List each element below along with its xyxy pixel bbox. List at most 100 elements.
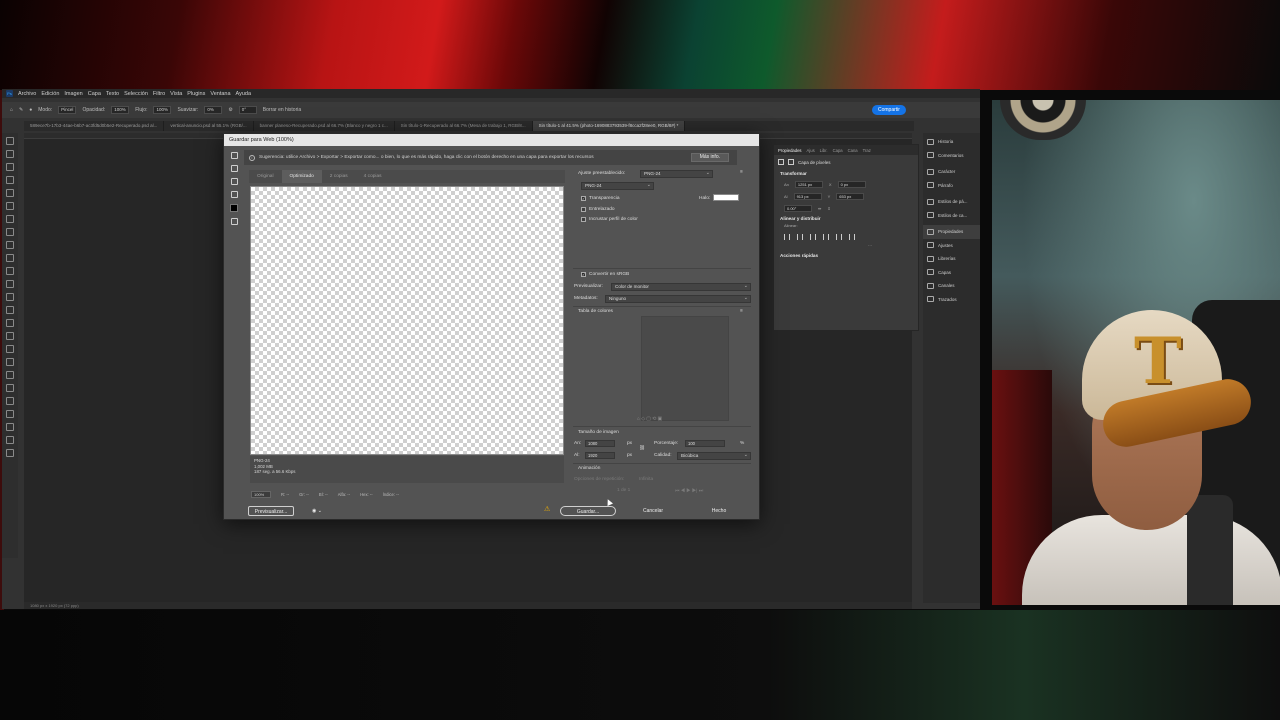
gear-icon[interactable]: ⚙: [228, 107, 232, 113]
menu-seleccion[interactable]: Selección: [124, 91, 148, 97]
share-button[interactable]: Compartir: [872, 105, 906, 115]
menu-vista[interactable]: Vista: [170, 91, 182, 97]
tab-librerias[interactable]: Libr.: [820, 148, 828, 153]
tab-ajustes[interactable]: Ajus: [807, 148, 815, 153]
panel-propiedades[interactable]: Propiedades: [923, 225, 980, 239]
screen-mode-icon[interactable]: [6, 449, 14, 457]
quick-mask-icon[interactable]: [6, 436, 14, 444]
menu-edicion[interactable]: Edición: [41, 91, 59, 97]
path-select-tool-icon[interactable]: [6, 358, 14, 366]
transparency-checkbox[interactable]: ✓ Transparencia: [581, 196, 619, 201]
more-info-button[interactable]: Más info.: [690, 153, 729, 162]
panel-canales[interactable]: Canales: [923, 279, 980, 293]
align-center-v-icon[interactable]: [836, 234, 842, 240]
hand-tool-icon[interactable]: [6, 384, 14, 392]
quick-actions-section[interactable]: Acciones rápidas: [774, 251, 918, 260]
color-table-actions[interactable]: ⌂ ◇ ▢ ⟲ ▣: [637, 417, 662, 422]
flip-horizontal-icon[interactable]: ⇹: [818, 206, 821, 211]
healing-tool-icon[interactable]: [6, 228, 14, 236]
blur-tool-icon[interactable]: [6, 306, 14, 314]
frame-tool-icon[interactable]: [6, 202, 14, 210]
doc-tab[interactable]: vertical-anuncio.psd al 55.1% (RGB/...: [164, 121, 254, 131]
more-options-button[interactable]: ···: [774, 243, 918, 251]
eyedropper-color-swatch[interactable]: [230, 204, 238, 212]
save-button[interactable]: Guardar...: [560, 506, 616, 516]
optimize-menu-icon[interactable]: ≡: [740, 170, 743, 175]
menu-texto[interactable]: Texto: [106, 91, 119, 97]
panel-estilos-caracter[interactable]: Estilos de ca...: [923, 209, 980, 223]
eraser-tool-icon[interactable]: ✎: [19, 107, 23, 113]
gradient-tool-icon[interactable]: [6, 293, 14, 301]
align-bottom-icon[interactable]: [849, 234, 855, 240]
align-right-icon[interactable]: [810, 234, 816, 240]
tab-canales[interactable]: Cana: [848, 148, 858, 153]
zoom-field[interactable]: 100%: [251, 491, 271, 498]
tab-optimizado[interactable]: Optimizado: [281, 170, 322, 183]
toggle-slices-icon[interactable]: [230, 218, 238, 225]
align-section[interactable]: Alinear y distribuir: [774, 214, 918, 223]
x-field[interactable]: 0 px: [837, 180, 866, 188]
brush-tool-icon[interactable]: [6, 241, 14, 249]
panel-comentarios[interactable]: Comentarios: [923, 149, 980, 163]
embed-profile-checkbox[interactable]: Incrustar perfil de color: [581, 217, 638, 222]
menu-filtro[interactable]: Filtro: [153, 91, 165, 97]
history-brush-tool-icon[interactable]: [6, 267, 14, 275]
panel-estilos-parrafo[interactable]: Estilos de pá...: [923, 195, 980, 209]
align-top-icon[interactable]: [823, 234, 829, 240]
preview-mode-select[interactable]: Color de monitor: [611, 283, 751, 291]
panel-parrafo[interactable]: Párrafo: [923, 179, 980, 193]
dodge-tool-icon[interactable]: [6, 319, 14, 327]
format-select[interactable]: PNG-24: [581, 182, 654, 190]
more-tools-icon[interactable]: [6, 410, 14, 418]
tab-2-copias[interactable]: 2 copias: [322, 170, 356, 183]
zoom-tool-icon[interactable]: [230, 178, 238, 185]
height-field[interactable]: 1920: [585, 452, 615, 459]
percent-field[interactable]: 100: [685, 440, 725, 447]
hand-tool-icon[interactable]: [230, 152, 238, 159]
type-tool-icon[interactable]: [6, 345, 14, 353]
browser-select-icon[interactable]: ◉ ⌄: [306, 506, 328, 516]
brush-preset-icon[interactable]: ●: [29, 107, 32, 113]
metadata-select[interactable]: Ninguno: [605, 295, 751, 303]
matte-color-swatch[interactable]: [713, 194, 739, 201]
doc-tab[interactable]: Sin título-1-Recuperado al 66.7% (Mesa d…: [395, 121, 533, 131]
color-swatch-icon[interactable]: [6, 423, 14, 431]
menu-plugins[interactable]: Plugins: [187, 91, 205, 97]
shape-tool-icon[interactable]: [6, 371, 14, 379]
link-proportions-icon[interactable]: ⛓: [639, 446, 645, 451]
width-field[interactable]: 1080: [585, 440, 615, 447]
doc-tab[interactable]: banner planeso-Recuperado.psd al 66.7% (…: [254, 121, 395, 131]
panel-trazados[interactable]: Trazados: [923, 293, 980, 307]
tab-capas[interactable]: Capa: [833, 148, 843, 153]
done-button[interactable]: Hecho: [694, 506, 744, 516]
doc-tab[interactable]: 589ece7b-17b3-44ae-b6b7-ac3fd5d0b5e2-Rec…: [24, 121, 165, 131]
panel-ajustes[interactable]: Ajustes: [923, 239, 980, 253]
eraser-tool-icon-side[interactable]: [6, 280, 14, 288]
transform-section[interactable]: Transformar: [774, 169, 918, 178]
width-field[interactable]: 1251 px: [794, 180, 823, 188]
menu-ventana[interactable]: Ventana: [210, 91, 230, 97]
height-field[interactable]: 913 px: [793, 192, 822, 200]
quick-select-tool-icon[interactable]: [6, 176, 14, 184]
panel-caracter[interactable]: Carácter: [923, 165, 980, 179]
menu-capa[interactable]: Capa: [88, 91, 101, 97]
angle-field[interactable]: 0.00°: [784, 204, 812, 212]
align-center-h-icon[interactable]: [797, 234, 803, 240]
stamp-tool-icon[interactable]: [6, 254, 14, 262]
smoothing-field[interactable]: 0%: [204, 106, 223, 114]
zoom-tool-icon[interactable]: [6, 397, 14, 405]
home-icon[interactable]: ⌂: [10, 107, 13, 113]
convert-srgb-checkbox[interactable]: ✓ Convertir en sRGB: [581, 272, 629, 277]
align-left-icon[interactable]: [784, 234, 790, 240]
preset-select[interactable]: PNG-24: [640, 170, 713, 178]
tab-trazados[interactable]: Traz: [863, 148, 871, 153]
menu-archivo[interactable]: Archivo: [18, 91, 36, 97]
menu-ayuda[interactable]: Ayuda: [236, 91, 252, 97]
doc-tab-active[interactable]: Sin título-1 al 41.5% (photo-16908837935…: [532, 121, 686, 131]
interlaced-checkbox[interactable]: Entrelazado: [581, 207, 615, 212]
flow-field[interactable]: 100%: [153, 106, 172, 114]
slice-select-tool-icon[interactable]: [230, 165, 238, 172]
mode-select[interactable]: Pincel: [58, 106, 77, 114]
panel-historia[interactable]: Historia: [923, 135, 980, 149]
angle-field[interactable]: 0°: [238, 106, 257, 114]
